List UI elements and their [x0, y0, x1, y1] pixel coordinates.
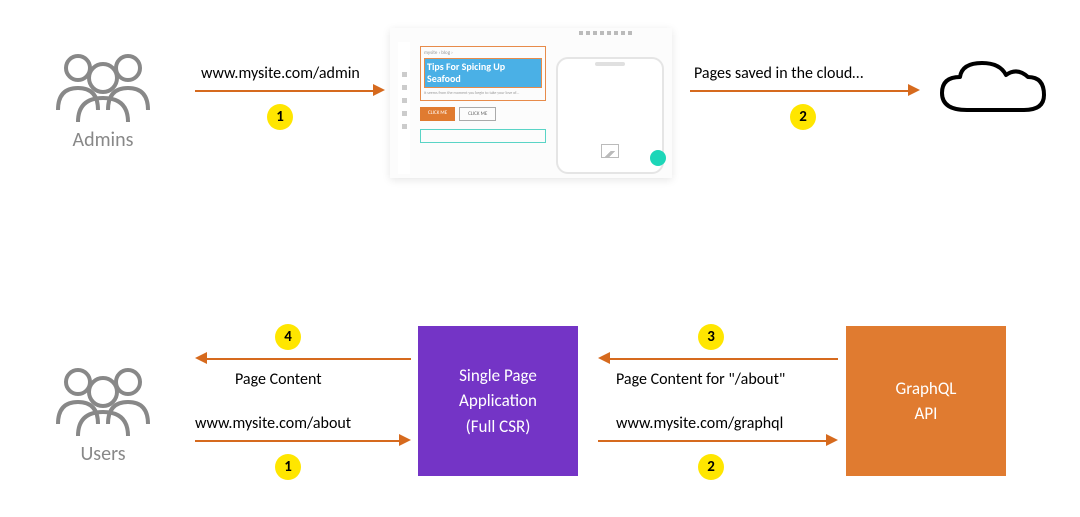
bottom-arrow-4: 4 Page Content	[195, 354, 411, 384]
editor-left-rail	[398, 42, 410, 174]
spa-box: Single Page Application (Full CSR)	[418, 326, 578, 476]
editor-paragraph: It seems from the moment you begin to ta…	[424, 92, 542, 97]
fab-add-icon	[650, 150, 666, 166]
image-placeholder-icon	[601, 144, 619, 158]
cloud-node	[932, 55, 1052, 130]
bottom-step-1-badge: 1	[275, 454, 301, 480]
editor-button-secondary: CLICK ME	[459, 107, 496, 121]
cloud-icon	[932, 55, 1052, 125]
people-group-icon	[48, 48, 158, 128]
bottom-arrow-2: www.mysite.com/graphql 2	[598, 420, 838, 480]
spa-line2: Application	[459, 388, 537, 414]
users-label: Users	[48, 442, 158, 466]
admins-label: Admins	[48, 128, 158, 152]
graphql-box: GraphQL API	[846, 326, 1006, 476]
bottom-step-3-badge: 3	[698, 324, 724, 350]
bottom-arrow-2-label: www.mysite.com/graphql	[616, 414, 783, 433]
bottom-step-4-badge: 4	[275, 324, 301, 350]
graphql-line1: GraphQL	[896, 376, 957, 402]
top-step-1-badge: 1	[267, 104, 293, 130]
top-arrow-2-label: Pages saved in the cloud…	[694, 64, 863, 83]
graphql-line2: API	[915, 401, 938, 427]
users-node: Users	[48, 362, 158, 466]
editor-button-primary: CLICK ME	[420, 107, 455, 121]
page-editor-mock: mysite › blog › Tips For Spicing Up Seaf…	[390, 28, 672, 178]
editor-headline: Tips For Spicing Up Seafood	[424, 58, 542, 88]
spa-line3: (Full CSR)	[466, 414, 531, 440]
bottom-arrow-1: www.mysite.com/about 1	[195, 420, 411, 480]
bottom-step-2-badge: 2	[698, 454, 724, 480]
editor-teal-block	[420, 129, 546, 143]
bottom-arrow-3: 3 Page Content for "/about"	[598, 354, 838, 384]
bottom-arrow-3-label: Page Content for "/about"	[616, 370, 785, 389]
spa-line1: Single Page	[459, 363, 537, 389]
editor-content-block: mysite › blog › Tips For Spicing Up Seaf…	[420, 46, 546, 101]
editor-phone-preview	[556, 57, 664, 174]
bottom-arrow-1-label: www.mysite.com/about	[195, 414, 351, 433]
top-step-2-badge: 2	[790, 104, 816, 130]
top-arrow-1-label: www.mysite.com/admin	[201, 64, 360, 83]
top-arrow-1: www.mysite.com/admin 1	[195, 70, 385, 130]
top-arrow-2: Pages saved in the cloud… 2	[690, 70, 920, 130]
editor-top-toolbar	[390, 28, 672, 38]
editor-breadcrumb: mysite › blog ›	[424, 50, 542, 56]
people-group-icon	[48, 362, 158, 442]
admins-node: Admins	[48, 48, 158, 152]
bottom-arrow-4-label: Page Content	[235, 370, 322, 389]
